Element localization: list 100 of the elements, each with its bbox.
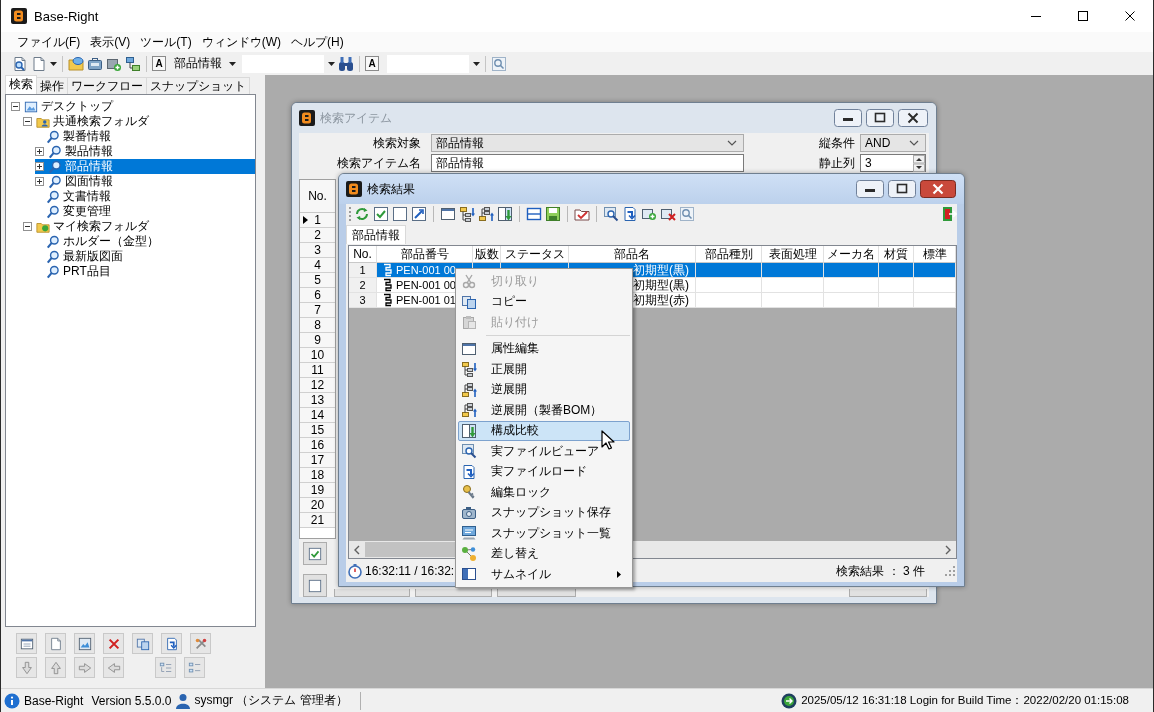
column-header[interactable]: ステータス bbox=[501, 246, 569, 263]
minimize-icon[interactable] bbox=[856, 180, 884, 198]
dropdown[interactable]: AND bbox=[860, 134, 926, 152]
tree-item[interactable]: 文書情報 bbox=[35, 189, 255, 204]
checked-box-icon[interactable] bbox=[373, 205, 389, 222]
menu-item[interactable]: ヘルプ(H) bbox=[286, 33, 349, 51]
column-header[interactable]: No. bbox=[349, 246, 377, 263]
empty-box-icon[interactable] bbox=[392, 205, 408, 222]
tree-item[interactable]: マイ検索フォルダ bbox=[23, 219, 255, 234]
menu-item[interactable]: ツール(T) bbox=[135, 33, 197, 51]
tool-button[interactable] bbox=[74, 633, 95, 654]
caret-down-icon[interactable] bbox=[50, 61, 57, 66]
tree-item[interactable]: 製品情報 bbox=[35, 144, 255, 159]
page-magnifier-icon[interactable] bbox=[12, 55, 28, 72]
magnifier-icon[interactable] bbox=[491, 55, 507, 72]
row-header[interactable]: 6 bbox=[300, 288, 335, 303]
row-header[interactable]: 12 bbox=[300, 378, 335, 393]
row-header[interactable]: 4 bbox=[300, 258, 335, 273]
tool-button[interactable] bbox=[103, 633, 124, 654]
column-header[interactable]: 部品種別 bbox=[696, 246, 762, 263]
column-header[interactable]: 版数 bbox=[473, 246, 501, 263]
tab[interactable]: 部品情報 bbox=[346, 225, 406, 244]
tool-button[interactable] bbox=[132, 633, 153, 654]
tree-arrow-down-icon[interactable] bbox=[459, 205, 475, 222]
row-header[interactable]: 18 bbox=[300, 468, 335, 483]
menu-item[interactable]: スナップショット一覧 bbox=[458, 523, 630, 544]
menu-item[interactable]: ウィンドウ(W) bbox=[196, 33, 286, 51]
column-header[interactable]: 部品番号 bbox=[377, 246, 473, 263]
expand-icon[interactable] bbox=[35, 147, 44, 156]
menu-item[interactable]: サムネイル bbox=[458, 564, 630, 585]
magnifier-icon[interactable] bbox=[679, 205, 695, 222]
row-header[interactable]: 14 bbox=[300, 408, 335, 423]
tree-arrow-up-icon[interactable] bbox=[478, 205, 494, 222]
folder-bubble-icon[interactable] bbox=[68, 55, 84, 72]
menu-item[interactable]: 表示(V) bbox=[85, 33, 136, 51]
menu-item[interactable]: 属性編集 bbox=[458, 338, 630, 359]
tree-item[interactable]: 部品情報 bbox=[35, 159, 255, 174]
row-header[interactable]: 7 bbox=[300, 303, 335, 318]
tree-item[interactable]: PRT品目 bbox=[35, 264, 255, 279]
row-header[interactable]: 2 bbox=[300, 228, 335, 243]
tree-item[interactable]: 製番情報 bbox=[35, 129, 255, 144]
tool-button[interactable] bbox=[16, 633, 37, 654]
row-header[interactable]: 10 bbox=[300, 348, 335, 363]
font-button[interactable]: A bbox=[152, 56, 166, 71]
row-header[interactable]: 17 bbox=[300, 453, 335, 468]
minimize-icon[interactable] bbox=[834, 109, 862, 127]
expand-icon[interactable] bbox=[35, 162, 44, 171]
tool-button[interactable] bbox=[161, 633, 182, 654]
menu-item[interactable]: 実ファイルビューア bbox=[458, 441, 630, 462]
row-header[interactable]: 21 bbox=[300, 513, 335, 528]
expand-icon[interactable] bbox=[35, 177, 44, 186]
column-header[interactable]: 表面処理 bbox=[762, 246, 824, 263]
column-header[interactable]: 部品名 bbox=[569, 246, 696, 263]
tool-button[interactable] bbox=[45, 633, 66, 654]
row-header[interactable]: 9 bbox=[300, 333, 335, 348]
font-button[interactable]: A bbox=[365, 56, 379, 71]
text-field[interactable]: 部品情報 bbox=[431, 154, 744, 172]
menu-item[interactable]: 正展開 bbox=[458, 359, 630, 380]
tree-item[interactable]: 共通検索フォルダ bbox=[23, 114, 255, 129]
scroll-right-icon[interactable] bbox=[944, 544, 952, 555]
row-header[interactable]: 15 bbox=[300, 423, 335, 438]
row-header[interactable]: 3 bbox=[300, 243, 335, 258]
row-header[interactable]: 19 bbox=[300, 483, 335, 498]
row-header[interactable]: 13 bbox=[300, 393, 335, 408]
collapse-icon[interactable] bbox=[23, 117, 32, 126]
menu-item[interactable]: ファイル(F) bbox=[12, 33, 86, 51]
page-icon[interactable] bbox=[31, 55, 47, 72]
split-pane-arrow-icon[interactable] bbox=[497, 205, 513, 222]
maximize-icon[interactable] bbox=[866, 109, 894, 127]
menu-item[interactable]: 逆展開（製番BOM） bbox=[458, 400, 630, 421]
row-header[interactable]: 20 bbox=[300, 498, 335, 513]
maximize-icon[interactable] bbox=[888, 180, 916, 198]
collapse-icon[interactable] bbox=[11, 102, 20, 111]
tree-item[interactable]: 最新版図面 bbox=[35, 249, 255, 264]
dropdown[interactable]: 部品情報 bbox=[431, 134, 744, 152]
row-header[interactable]: 5 bbox=[300, 273, 335, 288]
row-header[interactable]: 8 bbox=[300, 318, 335, 333]
tab[interactable]: 操作 bbox=[36, 77, 68, 94]
tab[interactable]: ワークフロー bbox=[67, 77, 147, 94]
window-icon[interactable] bbox=[440, 205, 456, 222]
menu-item[interactable]: 実ファイルロード bbox=[458, 461, 630, 482]
row-header[interactable]: 16 bbox=[300, 438, 335, 453]
menu-item[interactable]: スナップショット保存 bbox=[458, 502, 630, 523]
tree-item[interactable]: デスクトップ bbox=[11, 99, 255, 114]
tree-item[interactable]: 図面情報 bbox=[35, 174, 255, 189]
magnifier-window-icon[interactable] bbox=[603, 205, 619, 222]
close-icon[interactable] bbox=[898, 109, 928, 127]
close-icon[interactable] bbox=[920, 180, 956, 198]
menu-item[interactable]: 構成比較 bbox=[458, 420, 630, 441]
number-field[interactable]: 3 bbox=[860, 154, 926, 172]
binoculars-icon[interactable] bbox=[338, 55, 354, 72]
page-arrow-icon[interactable] bbox=[622, 205, 638, 222]
menu-item[interactable]: 編集ロック bbox=[458, 482, 630, 503]
scroll-left-icon[interactable] bbox=[353, 544, 361, 555]
spinner-icon[interactable] bbox=[913, 154, 925, 172]
refresh-icon[interactable] bbox=[354, 205, 370, 222]
row-header[interactable]: 1 bbox=[300, 213, 335, 228]
tab[interactable]: 検索 bbox=[5, 75, 37, 94]
exit-door-icon[interactable] bbox=[941, 205, 957, 222]
column-header[interactable]: 材質 bbox=[879, 246, 914, 263]
